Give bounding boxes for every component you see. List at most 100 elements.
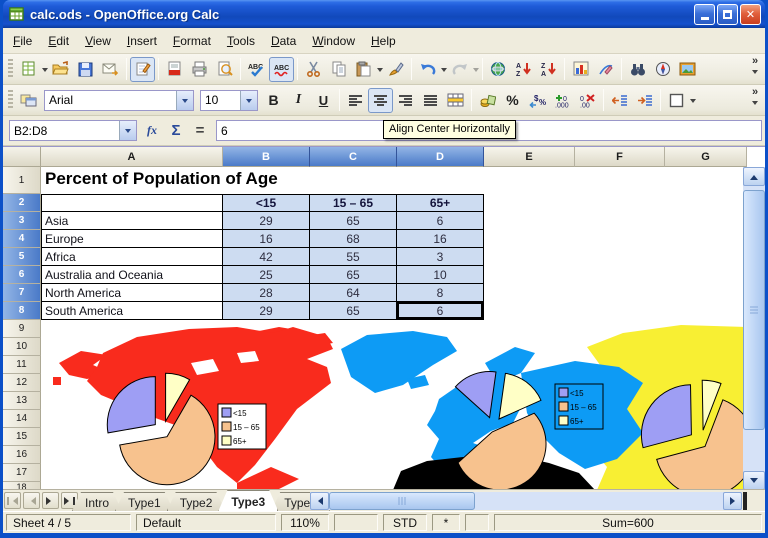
scroll-up-button[interactable] (743, 167, 765, 186)
new-document-button[interactable] (16, 57, 41, 82)
cell-a4[interactable]: Europe (41, 230, 223, 248)
row-header-5[interactable]: 5 (3, 248, 41, 266)
status-sum-panel[interactable]: Sum=600 (494, 514, 762, 531)
hyperlink-button[interactable] (486, 57, 511, 82)
sheet-tab-intro[interactable]: Intro (72, 492, 122, 511)
row-header-7[interactable]: 7 (3, 284, 41, 302)
row-header-6[interactable]: 6 (3, 266, 41, 284)
cell-b4[interactable]: 16 (223, 230, 310, 248)
cell-d3[interactable]: 6 (397, 212, 484, 230)
cell-c2[interactable]: 15 – 65 (310, 194, 397, 212)
sheet-tab-type1[interactable]: Type1 (115, 492, 174, 511)
menu-format[interactable]: Format (165, 30, 219, 52)
sheet-title-cell-a1[interactable]: Percent of Population of Age (45, 169, 278, 189)
toolbar-grip[interactable] (8, 59, 13, 79)
column-header-a[interactable]: A (41, 147, 223, 167)
row-header-13[interactable]: 13 (3, 392, 41, 410)
edit-file-button[interactable] (130, 57, 155, 82)
cut-button[interactable] (301, 57, 326, 82)
function-wizard-button[interactable]: fx (140, 120, 164, 142)
cell-a6[interactable]: Australia and Oceania (41, 266, 223, 284)
horizontal-scrollbar-track[interactable] (329, 492, 723, 510)
row-header-2[interactable]: 2 (3, 194, 41, 212)
cell-b5[interactable]: 42 (223, 248, 310, 266)
cell-a3[interactable]: Asia (41, 212, 223, 230)
menu-help[interactable]: Help (363, 30, 404, 52)
open-button[interactable] (48, 57, 73, 82)
row-header-12[interactable]: 12 (3, 374, 41, 392)
status-zoom-panel[interactable]: 110% (281, 514, 329, 531)
gallery-button[interactable] (675, 57, 700, 82)
export-pdf-button[interactable] (162, 57, 187, 82)
select-all-corner[interactable] (3, 147, 41, 167)
horizontal-scrollbar[interactable] (310, 492, 742, 510)
row-header-8[interactable]: 8 (3, 302, 41, 320)
cell-b6[interactable]: 25 (223, 266, 310, 284)
redo-dropdown-arrow[interactable] (473, 68, 479, 75)
close-button[interactable]: ✕ (740, 4, 761, 25)
standard-format-button[interactable]: $ % (525, 88, 550, 113)
currency-format-button[interactable] (475, 88, 500, 113)
cell-a2[interactable] (41, 194, 223, 212)
scroll-left-button[interactable] (310, 492, 329, 510)
title-bar[interactable]: calc.ods - OpenOffice.org Calc ✕ (3, 0, 765, 28)
row-header-4[interactable]: 4 (3, 230, 41, 248)
cell-c7[interactable]: 64 (310, 284, 397, 302)
email-button[interactable] (98, 57, 123, 82)
format-paintbrush-button[interactable] (383, 57, 408, 82)
cell-c3[interactable]: 65 (310, 212, 397, 230)
previous-sheet-button[interactable] (23, 492, 40, 509)
sort-ascending-button[interactable]: A Z (511, 57, 536, 82)
menu-data[interactable]: Data (263, 30, 304, 52)
toolbar-grip[interactable] (8, 90, 13, 110)
spellcheck-button[interactable]: ABC (244, 57, 269, 82)
toolbar-overflow-button[interactable]: » (747, 56, 763, 83)
sort-descending-button[interactable]: Z A (536, 57, 561, 82)
column-header-g[interactable]: G (665, 147, 747, 167)
row-header-17[interactable]: 17 (3, 464, 41, 482)
sheet-tab-type3[interactable]: Type3 (218, 490, 278, 511)
name-box-dropdown[interactable] (119, 121, 136, 140)
cell-a5[interactable]: Africa (41, 248, 223, 266)
font-size-dropdown[interactable] (240, 91, 257, 110)
cell-c4[interactable]: 68 (310, 230, 397, 248)
save-button[interactable] (73, 57, 98, 82)
percent-format-button[interactable]: % (500, 88, 525, 113)
draw-functions-button[interactable] (593, 57, 618, 82)
cell-d6[interactable]: 10 (397, 266, 484, 284)
merge-cells-button[interactable] (443, 88, 468, 113)
column-header-b[interactable]: B (223, 147, 310, 167)
page-preview-button[interactable] (212, 57, 237, 82)
cell-area[interactable]: Percent of Population of Age <15 15 – 65… (41, 167, 747, 489)
add-decimal-button[interactable]: 0 .000 (550, 88, 575, 113)
sum-button[interactable]: Σ (164, 120, 188, 142)
formula-button[interactable]: = (188, 120, 212, 142)
cell-d5[interactable]: 3 (397, 248, 484, 266)
sheet-tab-type2[interactable]: Type2 (167, 492, 226, 511)
styles-formatting-button[interactable] (16, 88, 41, 113)
auto-spellcheck-button[interactable]: ABC (269, 57, 294, 82)
row-header-1[interactable]: 1 (3, 167, 41, 194)
cell-c8[interactable]: 65 (310, 302, 397, 320)
row-header-18[interactable]: 18 (3, 482, 41, 489)
cell-b7[interactable]: 28 (223, 284, 310, 302)
borders-button[interactable] (664, 88, 689, 113)
copy-button[interactable] (326, 57, 351, 82)
cell-d2[interactable]: 65+ (397, 194, 484, 212)
row-header-3[interactable]: 3 (3, 212, 41, 230)
vertical-split-handle[interactable] (743, 146, 765, 147)
borders-dropdown-arrow[interactable] (690, 99, 696, 106)
column-header-c[interactable]: C (310, 147, 397, 167)
align-center-button[interactable] (368, 88, 393, 113)
row-header-16[interactable]: 16 (3, 446, 41, 464)
next-sheet-button[interactable] (42, 492, 59, 509)
undo-button[interactable] (415, 57, 440, 82)
menu-insert[interactable]: Insert (119, 30, 165, 52)
increase-indent-button[interactable] (632, 88, 657, 113)
redo-button[interactable] (447, 57, 472, 82)
bold-button[interactable]: B (261, 88, 286, 113)
menu-tools[interactable]: Tools (219, 30, 263, 52)
cell-a8[interactable]: South America (41, 302, 223, 320)
cell-a7[interactable]: North America (41, 284, 223, 302)
find-replace-button[interactable] (625, 57, 650, 82)
